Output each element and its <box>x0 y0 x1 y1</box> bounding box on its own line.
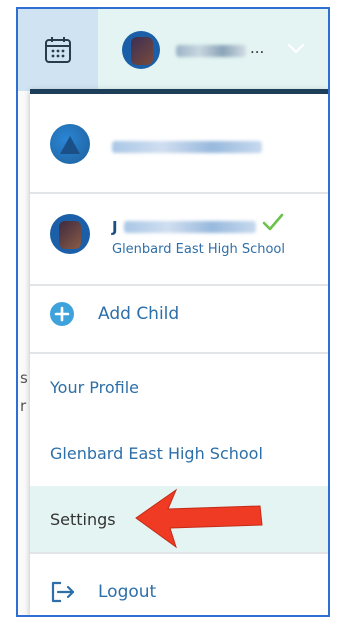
background-text: r <box>20 397 27 415</box>
child-name-initial: J <box>112 218 118 236</box>
add-child-label: Add Child <box>98 304 180 324</box>
user-menu-button[interactable]: ... <box>98 9 328 91</box>
check-icon <box>262 213 284 231</box>
account-dropdown: J Glenbard East High School Add Child Yo… <box>30 89 328 615</box>
chevron-down-icon[interactable] <box>286 41 306 55</box>
child-row[interactable] <box>30 194 328 286</box>
screenshot-frame: s r : V V ... <box>16 7 330 617</box>
blurred-child-name <box>124 221 256 233</box>
logout-icon <box>51 581 75 603</box>
school-link[interactable]: Glenbard East High School <box>30 420 328 486</box>
calendar-icon <box>45 37 71 63</box>
blurred-user-name <box>176 45 246 57</box>
background-page <box>18 83 30 615</box>
your-profile-label: Your Profile <box>50 377 139 397</box>
user-name-ellipsis: ... <box>250 39 265 57</box>
settings-label: Settings <box>50 509 116 529</box>
plus-circle-icon <box>50 302 74 326</box>
settings-link[interactable]: Settings <box>30 486 328 552</box>
calendar-button[interactable] <box>18 9 98 91</box>
child-school: Glenbard East High School <box>112 242 285 257</box>
child-row[interactable] <box>30 94 328 192</box>
avatar <box>50 214 90 254</box>
background-text: s <box>20 369 28 387</box>
your-profile-link[interactable]: Your Profile <box>30 354 328 420</box>
avatar <box>50 124 90 164</box>
blurred-child-name <box>112 141 262 153</box>
header-bar: ... <box>18 9 328 91</box>
logout-label: Logout <box>98 582 157 602</box>
school-label: Glenbard East High School <box>50 443 263 463</box>
avatar <box>122 31 160 69</box>
